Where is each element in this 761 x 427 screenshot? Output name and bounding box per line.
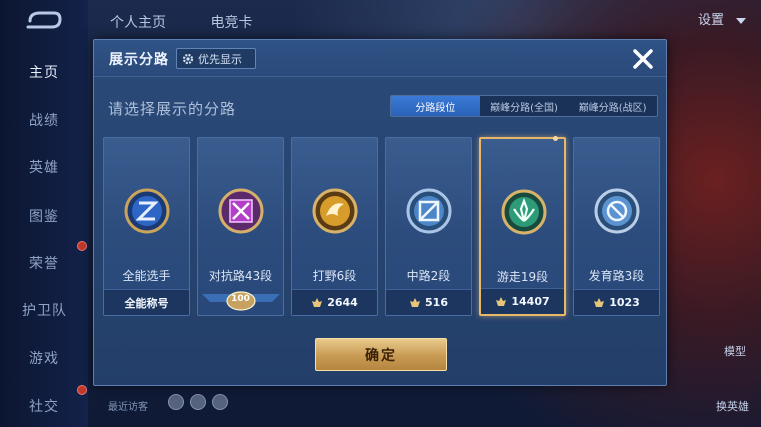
card-label: 中路2段 (406, 269, 451, 283)
rank-points-icon (312, 297, 323, 307)
tab-personal-home[interactable]: 个人主页 (110, 15, 166, 31)
card-footer: 516 (386, 289, 471, 315)
nav-item-social[interactable]: 社交 (0, 396, 88, 416)
card-label: 游走19段 (496, 270, 549, 284)
dialog-title: 展示分路 (109, 52, 169, 68)
top-tabs: 个人主页 电竞卡 (110, 12, 292, 32)
notification-dot (77, 385, 87, 395)
model-button[interactable]: 模型 (724, 343, 746, 359)
card-footer: 全能称号 (104, 289, 189, 315)
gear-icon (182, 53, 194, 64)
nav-item-honor[interactable]: 荣誉 (0, 253, 88, 273)
card-footer: 14407 (481, 288, 564, 314)
card-footer-value: 1023 (609, 296, 640, 309)
lane-card-all-round[interactable]: 全能选手 全能称号 (103, 137, 190, 316)
settings-button[interactable]: 设置 (698, 9, 747, 28)
tab-lane-rank[interactable]: 分路段位 (391, 96, 480, 116)
card-label: 全能选手 (122, 269, 171, 283)
card-footer-value: 100 (231, 294, 250, 304)
farm-lane-emblem-icon (594, 188, 640, 234)
jungle-emblem-icon (312, 188, 358, 234)
nav-item-heroes[interactable]: 英雄 (0, 157, 88, 177)
clash-lane-emblem-icon (218, 188, 264, 234)
lane-card-farm[interactable]: 发育路3段 1023 (573, 137, 660, 316)
rank-points-icon (410, 297, 421, 307)
selection-corner-dot (553, 136, 558, 141)
card-footer-value: 14407 (511, 295, 550, 308)
nav-item-home[interactable]: 主页 (0, 62, 88, 82)
mid-lane-emblem-icon (406, 188, 452, 234)
lane-card-mid[interactable]: 中路2段 516 (385, 137, 472, 316)
lane-card-clash[interactable]: 对抗路43段 100 (197, 137, 284, 316)
card-footer: 1023 (574, 289, 659, 315)
card-footer: 100 (198, 289, 283, 315)
confirm-button[interactable]: 确定 (315, 338, 447, 371)
nav-item-guide[interactable]: 图鉴 (0, 206, 88, 226)
card-label: 打野6段 (312, 269, 357, 283)
tab-esports-card[interactable]: 电竞卡 (210, 15, 252, 31)
nav-item-guard[interactable]: 护卫队 (0, 300, 88, 320)
settings-label: 设置 (698, 13, 725, 28)
avatar[interactable] (168, 394, 184, 410)
lane-card-roam[interactable]: 游走19段 14407 (479, 136, 566, 316)
card-label: 对抗路43段 (208, 269, 273, 283)
dialog-subtitle: 请选择展示的分路 (108, 100, 237, 118)
lane-type-segmented-control: 分路段位 巅峰分路(全国) 巅峰分路(战区) (390, 95, 658, 117)
left-nav: 主页 战绩 英雄 图鉴 荣誉 护卫队 游戏 社交 (0, 0, 88, 427)
card-footer-value: 516 (425, 296, 448, 309)
avatar[interactable] (212, 394, 228, 410)
avatar[interactable] (190, 394, 206, 410)
recent-visitors-label: 最近访客 (108, 402, 148, 413)
lane-card-jungle[interactable]: 打野6段 2644 (291, 137, 378, 316)
dialog-header: 展示分路 优先显示 (94, 40, 666, 77)
notification-dot (77, 241, 87, 251)
card-footer: 2644 (292, 289, 377, 315)
close-icon[interactable] (630, 46, 656, 72)
card-label: 发育路3段 (588, 269, 645, 283)
tab-peak-lane-region[interactable]: 巅峰分路(战区) (568, 96, 657, 116)
all-round-emblem-icon (124, 188, 170, 234)
card-footer-value: 2644 (327, 296, 358, 309)
nav-item-record[interactable]: 战绩 (0, 110, 88, 130)
lane-display-dialog: 展示分路 优先显示 请选择展示的分路 分路段位 巅峰分路(全国) 巅峰分路(战区… (93, 39, 667, 386)
card-footer-value: 全能称号 (124, 296, 169, 310)
chevron-down-icon (736, 17, 747, 24)
back-icon[interactable] (24, 10, 64, 32)
priority-display-label: 优先显示 (198, 52, 242, 66)
nav-item-games[interactable]: 游戏 (0, 348, 88, 368)
rank-points-icon (594, 297, 605, 307)
roam-emblem-icon (501, 189, 547, 235)
change-hero-button[interactable]: 换英雄 (716, 398, 749, 414)
rank-points-icon (496, 296, 507, 306)
tab-peak-lane-national[interactable]: 巅峰分路(全国) (480, 96, 569, 116)
priority-display-button[interactable]: 优先显示 (176, 48, 256, 69)
